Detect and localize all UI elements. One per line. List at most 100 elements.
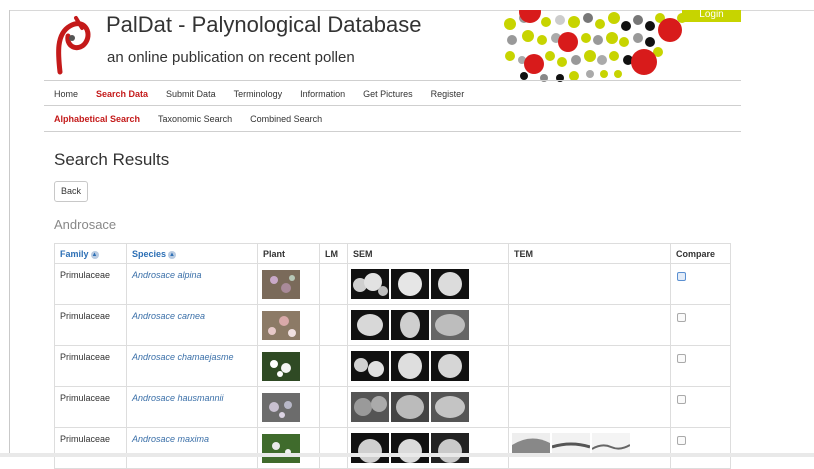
family-header-label: Family <box>60 249 89 259</box>
sem-cell <box>347 427 509 469</box>
table-header-row: Family ▲ Species ▲ Plant LM SEM TEM Compar… <box>54 243 731 264</box>
tab-combined-search[interactable]: Combined Search <box>250 114 322 124</box>
back-button[interactable]: Back <box>54 181 88 202</box>
lm-cell <box>319 263 348 305</box>
sem-thumbnail[interactable] <box>431 392 469 422</box>
column-header-family[interactable]: Family ▲ <box>54 243 127 264</box>
family-name: Primulaceae <box>60 270 111 280</box>
species-link[interactable]: Androsace hausmannii <box>127 387 257 403</box>
family-name: Primulaceae <box>60 434 111 444</box>
window-left-border <box>9 10 10 457</box>
column-header-lm: LM <box>319 243 348 264</box>
sem-thumbnail[interactable] <box>351 269 389 299</box>
column-header-species[interactable]: Species ▲ <box>126 243 258 264</box>
sem-thumbnail[interactable] <box>351 351 389 381</box>
header-divider <box>44 80 741 81</box>
lm-cell <box>319 386 348 428</box>
sem-thumbnail[interactable] <box>431 351 469 381</box>
sem-thumbnail[interactable] <box>351 310 389 340</box>
nav-item-home[interactable]: Home <box>54 89 78 99</box>
column-header-tem: TEM <box>508 243 671 264</box>
lm-cell <box>319 427 348 469</box>
nav-item-search-data[interactable]: Search Data <box>96 89 148 99</box>
tem-cell <box>508 427 671 469</box>
compare-checkbox[interactable] <box>677 354 686 363</box>
nav-item-terminology[interactable]: Terminology <box>234 89 283 99</box>
tem-cell <box>508 345 671 387</box>
plant-thumbnail[interactable] <box>262 352 300 381</box>
table-row: Primulaceae Androsace hausmannii <box>54 386 731 428</box>
compare-cell <box>670 427 731 469</box>
sem-thumbnail[interactable] <box>351 392 389 422</box>
tab-taxonomic-search[interactable]: Taxonomic Search <box>158 114 232 124</box>
sem-thumbnail[interactable] <box>431 269 469 299</box>
family-name: Primulaceae <box>60 393 111 403</box>
plant-cell <box>257 304 320 346</box>
sem-cell <box>347 304 509 346</box>
nav-item-submit-data[interactable]: Submit Data <box>166 89 216 99</box>
family-cell: Primulaceae <box>54 304 127 346</box>
window-bottom-border <box>0 453 814 457</box>
species-cell: Androsace alpina <box>126 263 258 305</box>
genus-heading: Androsace <box>54 217 117 232</box>
compare-checkbox[interactable] <box>677 436 686 445</box>
paldat-logo-icon[interactable] <box>52 14 94 76</box>
compare-checkbox[interactable] <box>677 272 686 281</box>
family-cell: Primulaceae <box>54 345 127 387</box>
compare-checkbox[interactable] <box>677 313 686 322</box>
species-cell: Androsace chamaejasme <box>126 345 258 387</box>
species-link[interactable]: Androsace carnea <box>127 305 257 321</box>
sem-thumbnail[interactable] <box>351 433 389 463</box>
tem-thumbnail[interactable] <box>592 433 630 455</box>
sem-cell <box>347 386 509 428</box>
lm-cell <box>319 345 348 387</box>
compare-cell <box>670 263 731 305</box>
tem-cell <box>508 386 671 428</box>
family-cell: Primulaceae <box>54 263 127 305</box>
login-button[interactable]: Login <box>682 10 741 22</box>
compare-cell <box>670 345 731 387</box>
sem-thumbnail[interactable] <box>391 269 429 299</box>
plant-thumbnail[interactable] <box>262 311 300 340</box>
family-cell: Primulaceae <box>54 386 127 428</box>
sem-thumbnail[interactable] <box>391 310 429 340</box>
compare-checkbox[interactable] <box>677 395 686 404</box>
family-name: Primulaceae <box>60 352 111 362</box>
nav-item-get-pictures[interactable]: Get Pictures <box>363 89 413 99</box>
tem-thumbnail[interactable] <box>552 433 590 455</box>
nav-item-information[interactable]: Information <box>300 89 345 99</box>
species-header-label: Species <box>132 249 167 259</box>
nav-divider <box>44 105 741 106</box>
plant-cell <box>257 263 320 305</box>
results-table: Family ▲ Species ▲ Plant LM SEM TEM Compar… <box>54 243 731 469</box>
lm-cell <box>319 304 348 346</box>
table-row: Primulaceae Androsace carnea <box>54 304 731 346</box>
species-cell: Androsace carnea <box>126 304 258 346</box>
species-link[interactable]: Androsace chamaejasme <box>127 346 257 362</box>
plant-thumbnail[interactable] <box>262 434 300 463</box>
family-name: Primulaceae <box>60 311 111 321</box>
compare-cell <box>670 304 731 346</box>
plant-cell <box>257 386 320 428</box>
species-cell: Androsace maxima <box>126 427 258 469</box>
plant-thumbnail[interactable] <box>262 393 300 422</box>
search-subnav: Alphabetical Search Taxonomic Search Com… <box>54 114 340 124</box>
page-title: Search Results <box>54 150 170 169</box>
tem-thumbnail[interactable] <box>512 433 550 455</box>
species-link[interactable]: Androsace maxima <box>127 428 257 444</box>
sem-thumbnail[interactable] <box>431 433 469 463</box>
sort-icon[interactable]: ▲ <box>168 250 177 259</box>
nav-item-register[interactable]: Register <box>431 89 465 99</box>
column-header-plant: Plant <box>257 243 320 264</box>
sem-thumbnail[interactable] <box>391 351 429 381</box>
table-row: Primulaceae Androsace maxima <box>54 427 731 469</box>
sem-thumbnail[interactable] <box>391 392 429 422</box>
sort-icon[interactable]: ▲ <box>90 250 99 259</box>
sem-thumbnail[interactable] <box>391 433 429 463</box>
tab-alphabetical-search[interactable]: Alphabetical Search <box>54 114 140 124</box>
species-link[interactable]: Androsace alpina <box>127 264 257 280</box>
sem-thumbnail[interactable] <box>431 310 469 340</box>
plant-thumbnail[interactable] <box>262 270 300 299</box>
subnav-divider <box>44 131 741 132</box>
table-row: Primulaceae Androsace chamaejasme <box>54 345 731 387</box>
